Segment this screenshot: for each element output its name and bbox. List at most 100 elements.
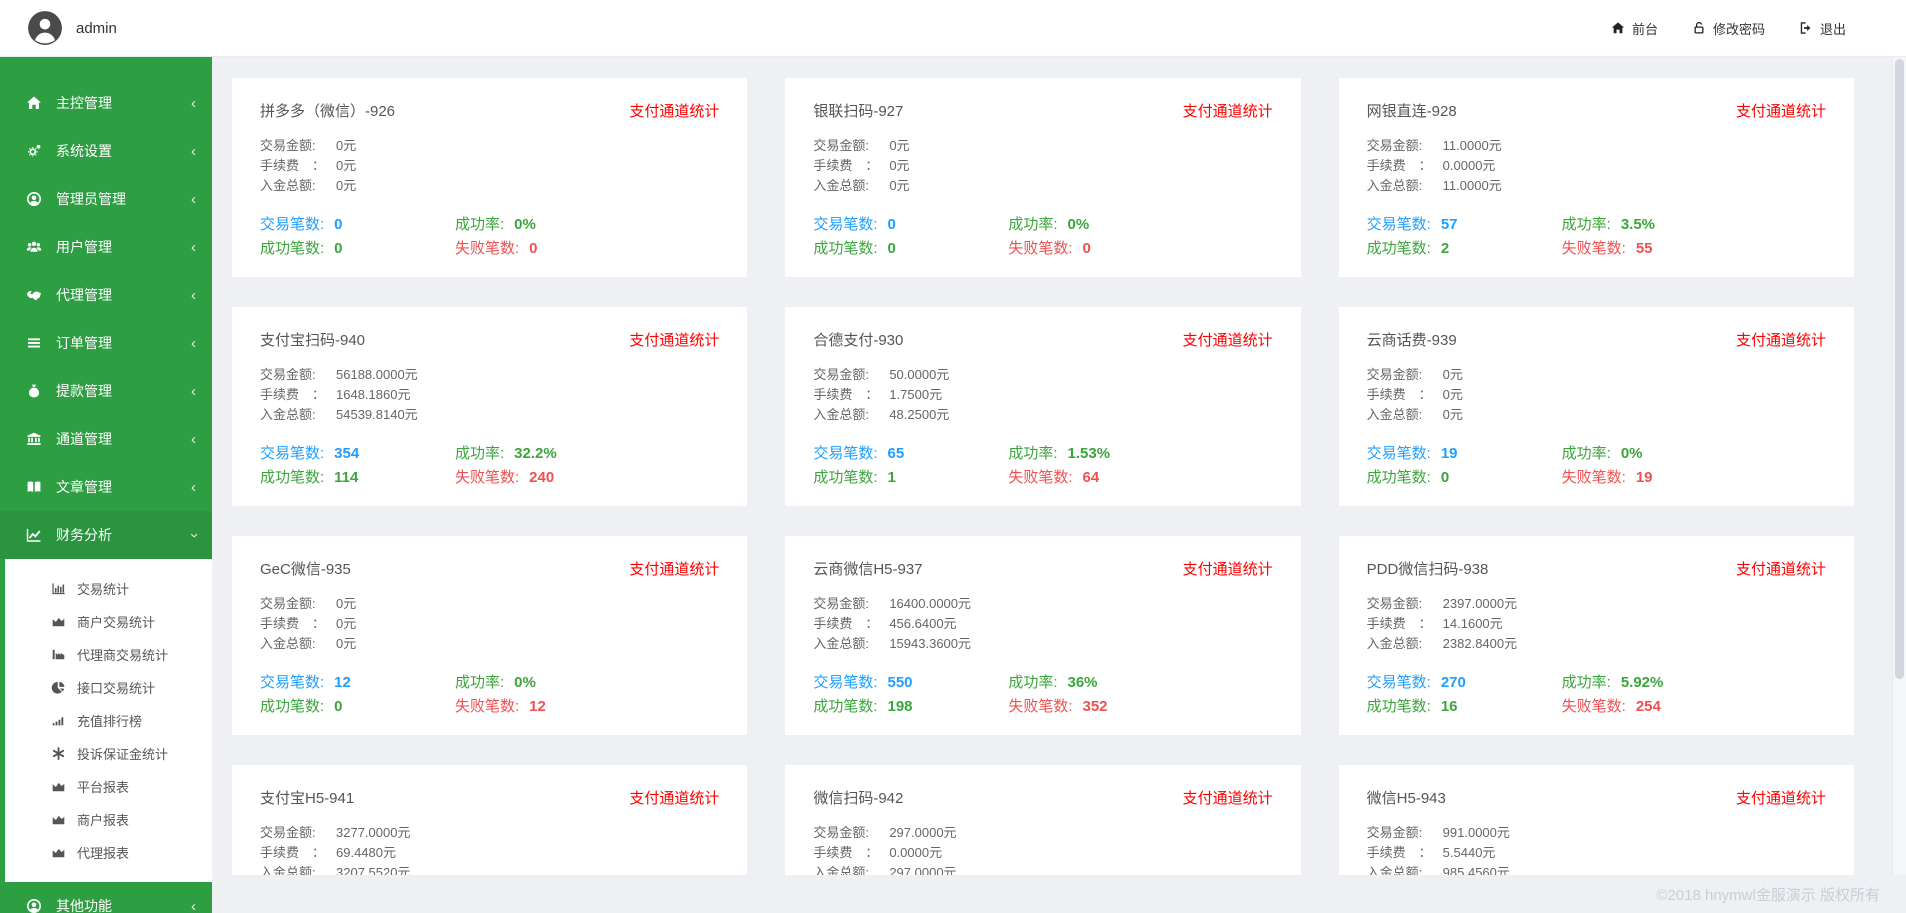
- channel-stats-link[interactable]: 支付通道统计: [1183, 558, 1273, 579]
- sidebar-item-label: 通道管理: [56, 429, 191, 449]
- fail-count-label: 失败笔数:: [1008, 698, 1072, 715]
- avatar[interactable]: [28, 11, 62, 45]
- scrollbar-thumb[interactable]: [1895, 59, 1904, 679]
- submenu-item-complaint-deposit-stats[interactable]: 投诉保证金统计: [5, 737, 212, 770]
- pie-chart-icon: [51, 680, 67, 695]
- amount-value: 50.0000元: [889, 367, 949, 382]
- amount-value: 0元: [336, 138, 356, 153]
- submenu-item-label: 交易统计: [77, 579, 129, 598]
- sidebar-item-main-control[interactable]: 主控管理 ‹: [0, 79, 212, 127]
- sidebar-item-financial-analysis[interactable]: 财务分析 ‹: [0, 511, 212, 559]
- tx-count-value: 12: [334, 674, 351, 691]
- fee-label: 手续费 ：: [260, 614, 336, 634]
- users-icon: [26, 239, 44, 255]
- tx-count-value: 550: [888, 674, 913, 691]
- success-rate-value: 32.2%: [514, 445, 557, 462]
- fee-label: 手续费 ：: [813, 614, 889, 634]
- total-value: 54539.8140元: [336, 407, 418, 422]
- sidebar-item-channel-management[interactable]: 通道管理 ‹: [0, 415, 212, 463]
- channel-card: 银联扫码-927 支付通道统计 交易金额:0元 手续费 ：0元 入金总额:0元 …: [785, 78, 1300, 277]
- fail-count-label: 失败笔数:: [455, 469, 519, 486]
- channel-stats-link[interactable]: 支付通道统计: [1183, 329, 1273, 350]
- sidebar-item-user-management[interactable]: 用户管理 ‹: [0, 223, 212, 271]
- channel-title: PDD微信扫码-938: [1367, 558, 1489, 579]
- admin-dashboard: admin 前台 修改密码 退出: [0, 0, 1906, 913]
- nav-frontend[interactable]: 前台: [1611, 19, 1658, 38]
- total-label: 入金总额:: [813, 863, 889, 875]
- tx-count-value: 270: [1441, 674, 1466, 691]
- total-label: 入金总额:: [813, 405, 889, 425]
- success-count-value: 0: [334, 698, 342, 715]
- sidebar-item-system-settings[interactable]: 系统设置 ‹: [0, 127, 212, 175]
- vertical-scrollbar[interactable]: [1892, 57, 1906, 875]
- sidebar-item-agent-management[interactable]: 代理管理 ‹: [0, 271, 212, 319]
- success-count-value: 198: [888, 698, 913, 715]
- sidebar-item-order-management[interactable]: 订单管理 ‹: [0, 319, 212, 367]
- submenu-item-interface-transaction-stats[interactable]: 接口交易统计: [5, 671, 212, 704]
- total-value: 3207.5520元: [336, 865, 410, 875]
- success-count-label: 成功笔数:: [813, 240, 877, 257]
- amount-label: 交易金额:: [260, 594, 336, 614]
- success-rate-label: 成功率:: [1562, 216, 1611, 233]
- total-label: 入金总额:: [1367, 405, 1443, 425]
- fail-count-label: 失败笔数:: [455, 698, 519, 715]
- chevron-left-icon: ‹: [191, 288, 196, 303]
- sidebar-item-label: 财务分析: [56, 525, 191, 545]
- success-rate-label: 成功率:: [1008, 674, 1057, 691]
- channel-title: 支付宝H5-941: [260, 787, 354, 808]
- fail-count-label: 失败笔数:: [1562, 698, 1626, 715]
- success-rate-label: 成功率:: [455, 674, 504, 691]
- nav-change-password[interactable]: 修改密码: [1692, 19, 1765, 38]
- amount-label: 交易金额:: [1367, 594, 1443, 614]
- success-count-value: 16: [1441, 698, 1458, 715]
- submenu-item-label: 平台报表: [77, 777, 129, 796]
- fee-value: 1648.1860元: [336, 387, 410, 402]
- fee-label: 手续费 ：: [1367, 156, 1443, 176]
- total-label: 入金总额:: [813, 634, 889, 654]
- channel-stats-link[interactable]: 支付通道统计: [629, 100, 719, 121]
- nav-frontend-label: 前台: [1632, 19, 1658, 38]
- list-icon: [26, 335, 44, 351]
- submenu-item-transaction-stats[interactable]: 交易统计: [5, 572, 212, 605]
- fee-label: 手续费 ：: [260, 385, 336, 405]
- nav-logout-label: 退出: [1820, 19, 1846, 38]
- total-value: 48.2500元: [889, 407, 949, 422]
- channel-stats-link[interactable]: 支付通道统计: [1736, 329, 1826, 350]
- success-count-value: 0: [888, 240, 896, 257]
- channel-stats-link[interactable]: 支付通道统计: [1736, 787, 1826, 808]
- fail-count-value: 19: [1636, 469, 1653, 486]
- sidebar-item-article-management[interactable]: 文章管理 ‹: [0, 463, 212, 511]
- channel-card: PDD微信扫码-938 支付通道统计 交易金额:2397.0000元 手续费 ：…: [1339, 536, 1854, 735]
- success-rate-value: 1.53%: [1068, 445, 1111, 462]
- channel-stats-link[interactable]: 支付通道统计: [1736, 558, 1826, 579]
- submenu-item-merchant-report[interactable]: 商户报表: [5, 803, 212, 836]
- submenu-item-platform-report[interactable]: 平台报表: [5, 770, 212, 803]
- channel-stats-link[interactable]: 支付通道统计: [1736, 100, 1826, 121]
- nav-logout[interactable]: 退出: [1799, 19, 1846, 38]
- amount-label: 交易金额:: [813, 365, 889, 385]
- channel-stats-link[interactable]: 支付通道统计: [629, 329, 719, 350]
- amount-value: 0元: [1443, 367, 1463, 382]
- success-count-label: 成功笔数:: [260, 698, 324, 715]
- success-count-value: 114: [334, 469, 358, 486]
- total-value: 297.0000元: [889, 865, 956, 875]
- chevron-left-icon: ‹: [191, 384, 196, 399]
- sidebar-item-withdrawal-management[interactable]: 提款管理 ‹: [0, 367, 212, 415]
- total-value: 985.4560元: [1443, 865, 1510, 875]
- channel-stats-link[interactable]: 支付通道统计: [629, 558, 719, 579]
- channel-stats-link[interactable]: 支付通道统计: [1183, 100, 1273, 121]
- submenu-item-recharge-ranking[interactable]: 充值排行榜: [5, 704, 212, 737]
- sidebar-item-other-functions[interactable]: 其他功能 ‹: [0, 882, 212, 913]
- top-header: admin 前台 修改密码 退出: [0, 0, 1906, 57]
- submenu-item-merchant-transaction-stats[interactable]: 商户交易统计: [5, 605, 212, 638]
- handshake-icon: [26, 287, 44, 303]
- fail-count-value: 12: [529, 698, 546, 715]
- username: admin: [76, 20, 117, 37]
- total-value: 11.0000元: [1443, 178, 1502, 193]
- submenu-item-agent-transaction-stats[interactable]: 代理商交易统计: [5, 638, 212, 671]
- channel-stats-link[interactable]: 支付通道统计: [1183, 787, 1273, 808]
- channel-stats-link[interactable]: 支付通道统计: [629, 787, 719, 808]
- column-chart-icon: [51, 647, 67, 662]
- submenu-item-agent-report[interactable]: 代理报表: [5, 836, 212, 869]
- sidebar-item-admin-management[interactable]: 管理员管理 ‹: [0, 175, 212, 223]
